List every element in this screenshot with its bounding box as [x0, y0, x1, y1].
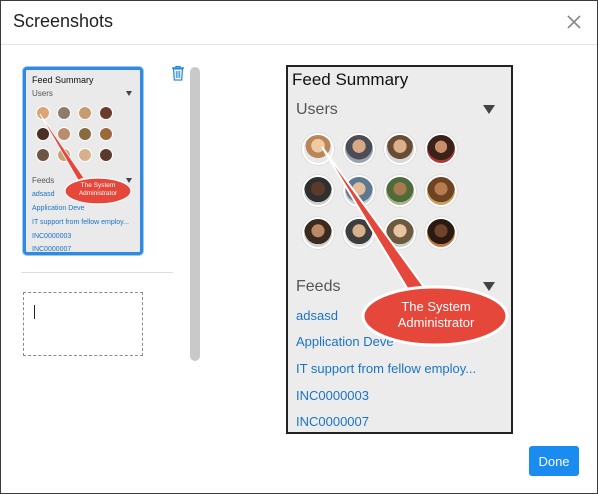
thumbnail-scrollbar[interactable]	[188, 65, 202, 363]
thumb-annotation-line2: Administrator	[78, 190, 118, 198]
annotation-arrow	[321, 146, 509, 347]
thumbnail-content: Feed Summary Users Feeds adsasd Applicat…	[26, 70, 140, 252]
annotation-line2: Administrator	[397, 315, 475, 331]
thumb-annotation-line1: The System	[80, 182, 116, 189]
screenshots-dialog: Screenshots Feed Summary Users Feeds ads…	[0, 0, 598, 494]
thumb-annotation-arrow	[39, 113, 132, 205]
new-screenshot-placeholder[interactable]	[23, 292, 143, 356]
thumbnail-list: Feed Summary Users Feeds adsasd Applicat…	[21, 63, 184, 363]
annotation-line1: The System	[401, 299, 471, 314]
text-caret	[34, 305, 35, 319]
dialog-header: Screenshots	[1, 1, 597, 45]
screenshot-thumbnail[interactable]: Feed Summary Users Feeds adsasd Applicat…	[23, 67, 143, 255]
done-button[interactable]: Done	[529, 446, 579, 476]
thumb-annotation-label: The System Administrator	[66, 182, 130, 198]
screenshot-preview: Feed Summary Users Feeds adsasd Applicat…	[286, 65, 513, 434]
close-icon[interactable]	[565, 13, 583, 31]
scrollbar-thumb[interactable]	[190, 67, 200, 361]
trash-icon[interactable]	[171, 65, 185, 81]
dialog-title: Screenshots	[13, 11, 114, 31]
thumbnail-divider	[21, 272, 173, 273]
annotation-label: The System Administrator	[366, 299, 506, 332]
